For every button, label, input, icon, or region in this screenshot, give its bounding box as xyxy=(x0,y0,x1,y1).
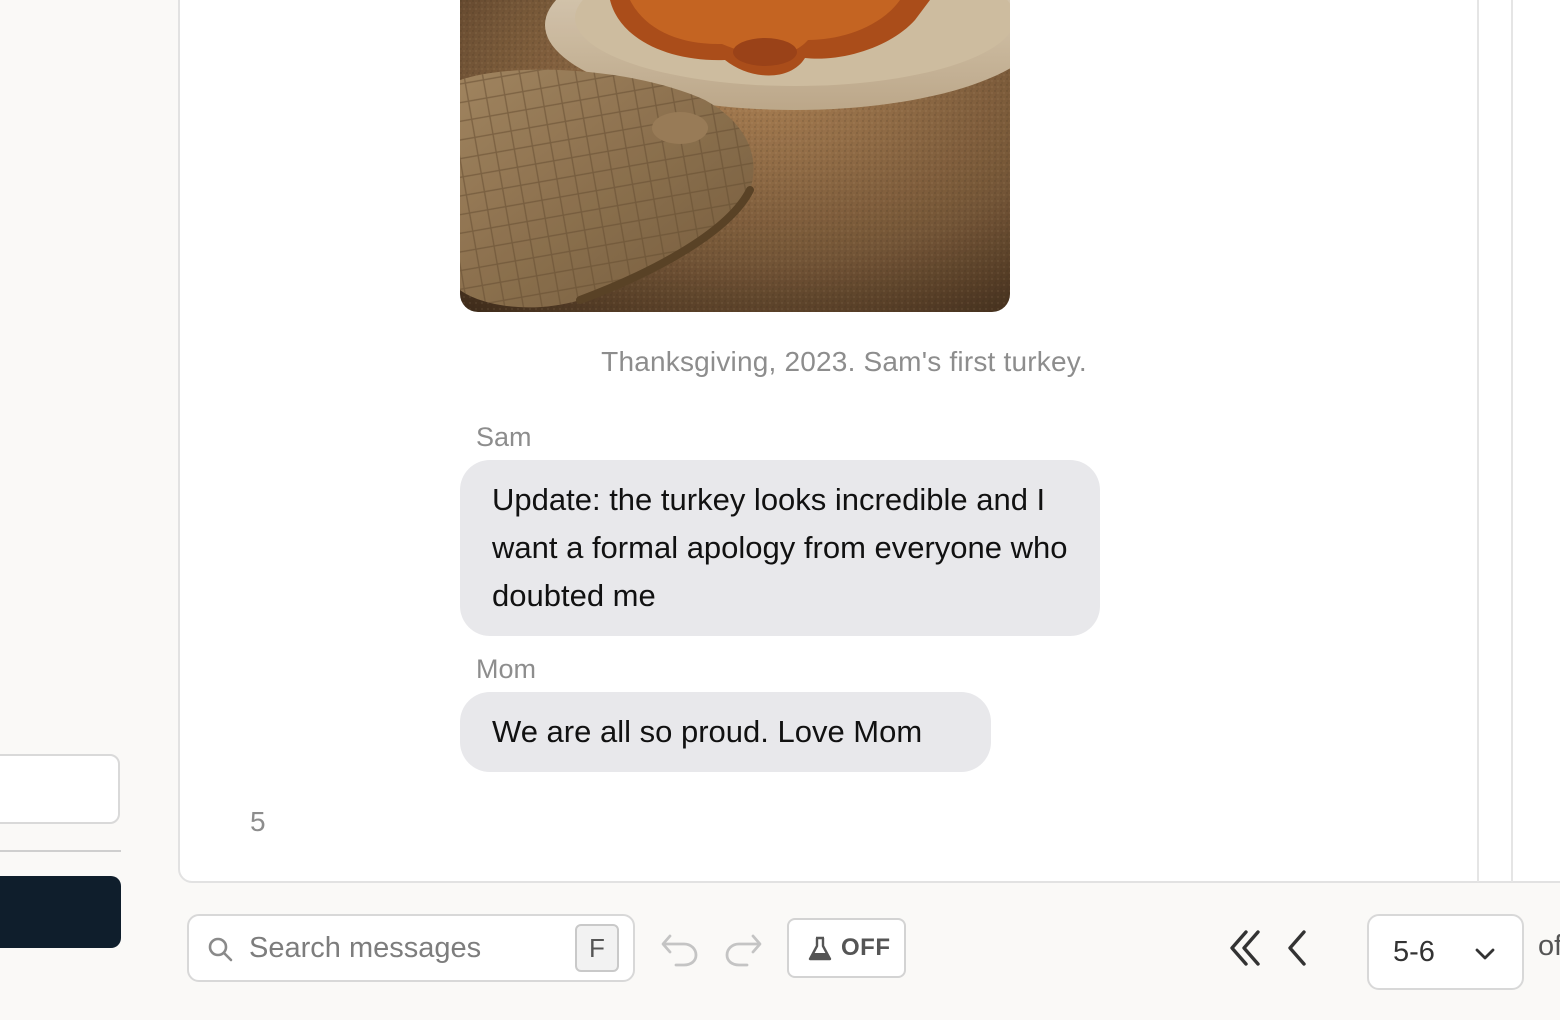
sidebar-divider xyxy=(0,850,121,852)
search-input[interactable] xyxy=(249,928,569,968)
page-number: 5 xyxy=(250,806,266,837)
redo-icon xyxy=(725,934,762,967)
panel-divider xyxy=(1477,0,1479,882)
redo-button[interactable] xyxy=(721,926,765,970)
app-window: Thanksgiving, 2023. Sam's first turkey. … xyxy=(0,0,1560,1020)
experimental-toggle-button[interactable]: OFF xyxy=(787,918,906,978)
previous-page-button[interactable] xyxy=(1276,924,1320,968)
undo-button[interactable] xyxy=(658,926,702,970)
search-shortcut-key: F xyxy=(575,924,619,972)
chevron-left-icon xyxy=(1288,930,1306,966)
message-bubble[interactable]: We are all so proud. Love Mom xyxy=(460,692,991,772)
panel-divider xyxy=(1511,0,1513,882)
photo-caption: Thanksgiving, 2023. Sam's first turkey. xyxy=(601,346,1087,377)
flask-icon xyxy=(808,936,832,961)
sidebar-primary-button[interactable] xyxy=(0,876,121,948)
sidebar-input-field[interactable] xyxy=(0,754,120,824)
message-sender: Mom xyxy=(476,654,536,684)
message-sender: Sam xyxy=(476,422,532,452)
toggle-state-label: OFF xyxy=(841,934,891,961)
message-bubble[interactable]: Update: the turkey looks incredible and … xyxy=(460,460,1100,636)
page-range-select[interactable]: 5-6 xyxy=(1367,914,1524,990)
double-chevron-left-icon xyxy=(1230,930,1260,966)
pagination-total-label: of xyxy=(1538,930,1560,962)
search-icon xyxy=(208,937,233,962)
chevron-down-icon xyxy=(1475,948,1495,960)
search-box[interactable]: F xyxy=(187,914,635,982)
first-page-button[interactable] xyxy=(1224,924,1268,968)
page-range-value: 5-6 xyxy=(1393,936,1435,968)
turkey-photo[interactable] xyxy=(460,0,1010,312)
undo-icon xyxy=(661,934,698,967)
